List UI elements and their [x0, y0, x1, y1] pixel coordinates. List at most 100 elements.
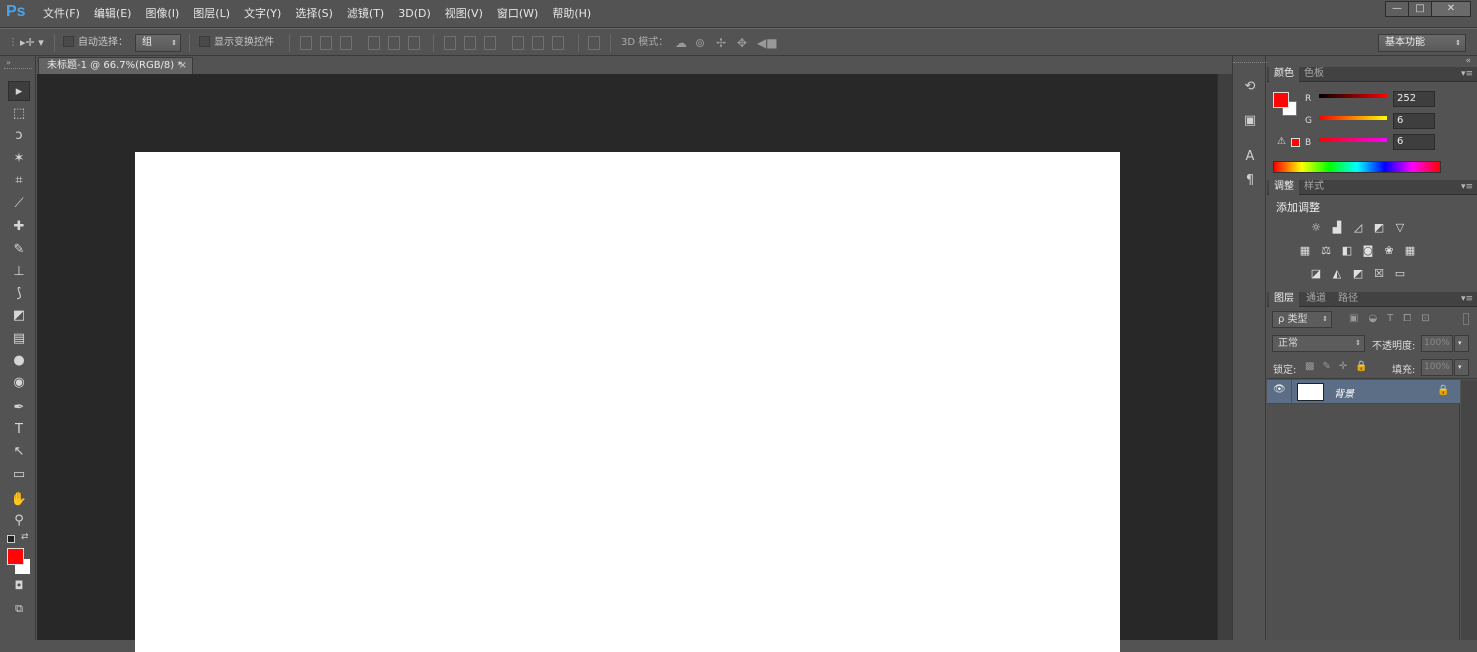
clone-stamp-tool-icon[interactable]: ⊥ [8, 262, 30, 282]
invert-icon[interactable]: ◪ [1309, 268, 1323, 280]
tool-preset-picker[interactable]: ▸✛ ▾ [20, 35, 44, 51]
magic-wand-tool-icon[interactable]: ✶ [8, 149, 30, 169]
posterize-icon[interactable]: ◭ [1330, 268, 1344, 280]
channel-b-input[interactable]: 6 [1393, 134, 1435, 150]
distribute-hcenter-icon[interactable] [532, 36, 544, 50]
tab-layers[interactable]: 图层 [1269, 292, 1299, 307]
align-left-icon[interactable] [368, 36, 380, 50]
tab-channels[interactable]: 通道 [1301, 292, 1331, 307]
fill-input[interactable]: 100% [1421, 359, 1453, 376]
marquee-tool-icon[interactable]: ⬚ [8, 104, 30, 124]
screen-mode-icon[interactable]: ⧉ [8, 599, 30, 619]
document-canvas[interactable] [135, 152, 1120, 652]
3d-pan-icon[interactable]: ✢ [716, 35, 726, 51]
menu-file[interactable]: 文件(F) [36, 0, 87, 28]
channel-r-slider[interactable] [1319, 94, 1387, 98]
menu-filter[interactable]: 滤镜(T) [340, 0, 391, 28]
distribute-vcenter-icon[interactable] [464, 36, 476, 50]
menu-type[interactable]: 文字(Y) [237, 0, 288, 28]
blur-tool-icon[interactable]: ● [8, 351, 30, 371]
tab-swatches[interactable]: 色板 [1299, 67, 1329, 82]
3d-rotate-icon[interactable]: ☁ [675, 35, 687, 51]
layer-row[interactable]: 👁 背景 🔒 [1267, 380, 1460, 404]
dodge-tool-icon[interactable]: ◉ [8, 373, 30, 393]
collapse-panels-icon[interactable]: « [1465, 56, 1471, 66]
canvas-workspace[interactable] [37, 74, 1217, 652]
selective-color-icon[interactable]: ☒ [1372, 268, 1386, 280]
layer-filter-dropdown[interactable]: ρ 类型 ⇕ [1272, 311, 1332, 328]
gradient-tool-icon[interactable]: ▤ [8, 329, 30, 349]
menu-view[interactable]: 视图(V) [438, 0, 490, 28]
channel-b-slider[interactable] [1319, 138, 1387, 142]
vibrance-icon[interactable]: ▽ [1393, 222, 1407, 234]
panel-menu-icon[interactable]: ▾≡ [1461, 67, 1473, 81]
channel-g-slider[interactable] [1319, 116, 1387, 120]
foreground-color-swatch[interactable] [7, 548, 24, 565]
history-brush-tool-icon[interactable]: ⟆ [8, 284, 30, 304]
filter-toggle[interactable] [1463, 313, 1469, 325]
blend-mode-dropdown[interactable]: 正常 ⇕ [1272, 335, 1365, 352]
black-white-icon[interactable]: ◧ [1340, 245, 1354, 257]
auto-select-checkbox[interactable] [63, 36, 74, 47]
opacity-arrow-icon[interactable]: ▾ [1454, 335, 1469, 352]
panel-grip[interactable] [1233, 62, 1267, 64]
properties-panel-icon[interactable]: ▣ [1241, 112, 1259, 130]
brush-tool-icon[interactable]: ✎ [8, 240, 30, 260]
close-window-button[interactable]: ✕ [1431, 1, 1471, 17]
align-hcenter-icon[interactable] [388, 36, 400, 50]
menu-3d[interactable]: 3D(D) [391, 0, 438, 28]
eraser-tool-icon[interactable]: ◩ [8, 306, 30, 326]
hand-tool-icon[interactable]: ✋ [8, 490, 30, 510]
swap-colors-icon[interactable]: ⇄ [21, 532, 29, 542]
web-safe-swatch[interactable] [1291, 138, 1300, 147]
distribute-bottom-icon[interactable] [484, 36, 496, 50]
color-spectrum-ramp[interactable] [1273, 161, 1441, 173]
show-transform-checkbox[interactable] [199, 36, 210, 47]
photo-filter-icon[interactable]: ◙ [1361, 245, 1375, 257]
lasso-tool-icon[interactable]: ↄ [8, 126, 30, 146]
move-tool-icon[interactable]: ▸ [8, 81, 30, 101]
workspace-dropdown[interactable]: 基本功能 ⇕ [1378, 34, 1466, 52]
layer-name[interactable]: 背景 [1334, 385, 1354, 400]
threshold-icon[interactable]: ◩ [1351, 268, 1365, 280]
document-tab[interactable]: 未标题-1 @ 66.7%(RGB/8) * × [38, 57, 193, 74]
vertical-scrollbar[interactable] [1217, 74, 1232, 640]
menu-select[interactable]: 选择(S) [288, 0, 340, 28]
distribute-left-icon[interactable] [512, 36, 524, 50]
menu-image[interactable]: 图像(I) [138, 0, 186, 28]
collapse-arrows-icon[interactable]: » [6, 58, 11, 67]
fill-arrow-icon[interactable]: ▾ [1454, 359, 1469, 376]
path-selection-tool-icon[interactable]: ↖ [8, 442, 30, 462]
crop-tool-icon[interactable]: ⌗ [8, 171, 30, 191]
healing-brush-tool-icon[interactable]: ✚ [8, 217, 30, 237]
rectangle-tool-icon[interactable]: ▭ [8, 465, 30, 485]
tab-paths[interactable]: 路径 [1333, 292, 1363, 307]
3d-scale-icon[interactable]: ◀■ [757, 35, 778, 51]
channel-g-input[interactable]: 6 [1393, 113, 1435, 129]
tab-styles[interactable]: 样式 [1299, 180, 1329, 195]
hue-saturation-icon[interactable]: ▦ [1298, 245, 1312, 257]
gradient-map-icon[interactable]: ▭ [1393, 268, 1407, 280]
paragraph-panel-icon[interactable]: ¶ [1241, 172, 1259, 190]
eyedropper-tool-icon[interactable]: ⟋ [8, 194, 30, 214]
color-lookup-icon[interactable]: ▦ [1403, 245, 1417, 257]
menu-help[interactable]: 帮助(H) [545, 0, 598, 28]
opacity-input[interactable]: 100% [1421, 335, 1453, 352]
layer-thumbnail[interactable] [1297, 383, 1324, 401]
brightness-contrast-icon[interactable]: ☼ [1309, 222, 1323, 234]
align-right-icon[interactable] [408, 36, 420, 50]
default-colors-icon[interactable] [7, 535, 15, 543]
history-panel-icon[interactable]: ⟲ [1241, 78, 1259, 96]
3d-roll-icon[interactable]: ⊚ [695, 35, 705, 51]
distribute-top-icon[interactable] [444, 36, 456, 50]
channel-mixer-icon[interactable]: ❀ [1382, 245, 1396, 257]
type-tool-icon[interactable]: T [8, 420, 30, 440]
levels-icon[interactable]: ▟ [1330, 222, 1344, 234]
layer-filter-icons[interactable]: ▣◒T⧠⊡ [1349, 313, 1440, 324]
panel-grip[interactable] [4, 68, 32, 70]
align-top-icon[interactable] [300, 36, 312, 50]
distribute-right-icon[interactable] [552, 36, 564, 50]
align-bottom-icon[interactable] [340, 36, 352, 50]
character-panel-icon[interactable]: A [1241, 148, 1259, 166]
gamut-warning-icon[interactable]: ⚠ [1277, 136, 1286, 147]
